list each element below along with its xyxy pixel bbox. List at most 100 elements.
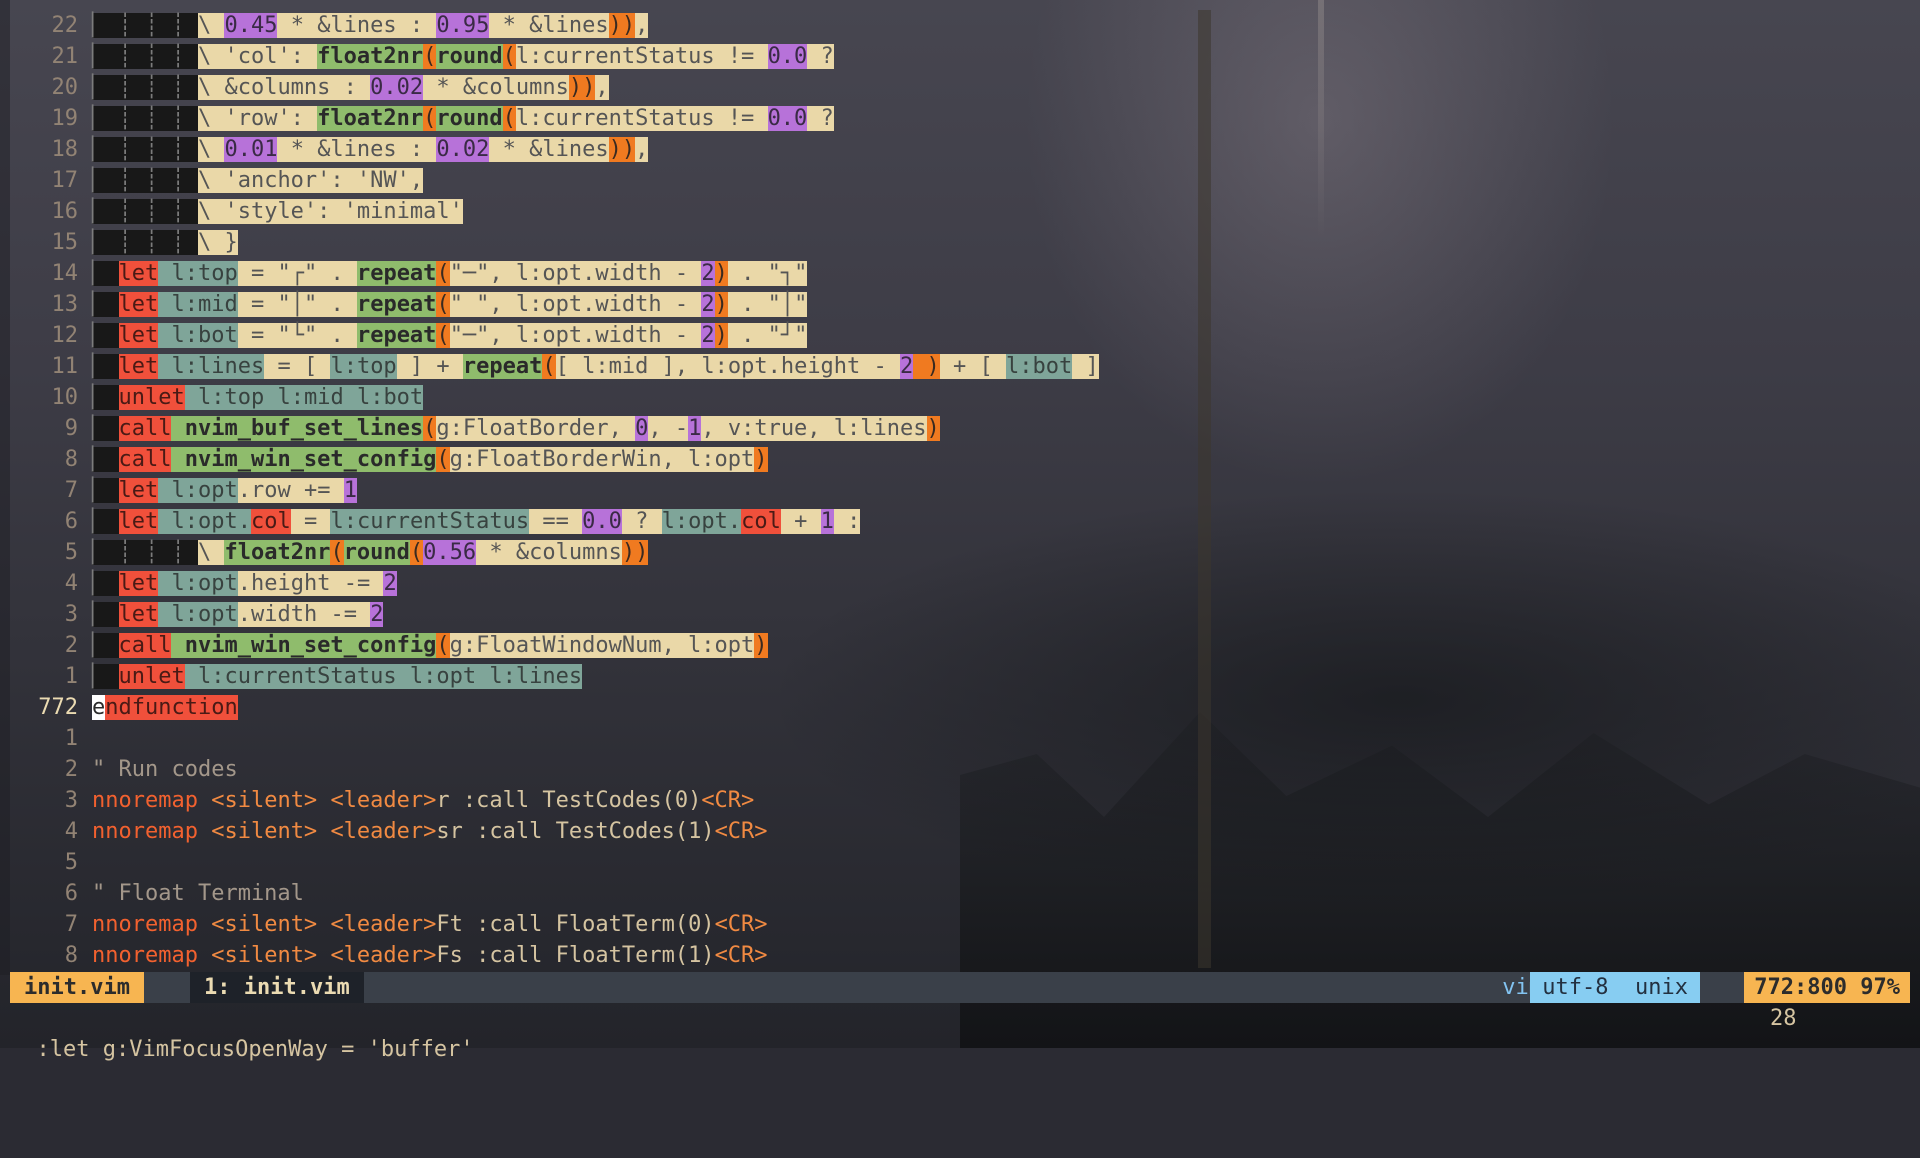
code-token: ( bbox=[423, 106, 437, 131]
code-line[interactable]: 1 ▏ unlet l:currentStatus l:opt l:lines bbox=[10, 661, 1920, 692]
code-token: 1 bbox=[343, 478, 357, 503]
code-token: ( bbox=[330, 540, 344, 565]
code-token: g:FloatWindowNum, l:opt bbox=[449, 633, 755, 658]
command-line[interactable]: :let g:VimFocusOpenWay = 'buffer' 28 bbox=[10, 1003, 1910, 1062]
code-token: , bbox=[635, 13, 649, 38]
code-token: ( bbox=[502, 106, 516, 131]
indent-guide: ▏ ┊ ┊ ┊ bbox=[92, 13, 198, 38]
code-line[interactable]: 2 " Run codes bbox=[10, 754, 1920, 785]
line-text: ▏ ┊ ┊ ┊ \ &columns : 0.02 * &columns)), bbox=[92, 72, 609, 103]
code-token: )) bbox=[568, 75, 596, 100]
code-line[interactable]: 10 ▏ unlet l:top l:mid l:bot bbox=[10, 382, 1920, 413]
code-token: * &columns bbox=[476, 540, 622, 565]
line-number: 16 bbox=[51, 199, 79, 224]
code-token: == bbox=[529, 509, 583, 534]
code-token: l:currentStatus != bbox=[515, 106, 768, 131]
line-text: ▏ call nvim_win_set_config(g:FloatBorder… bbox=[92, 444, 768, 475]
code-line[interactable]: 14 ▏ let l:top = "┌" . repeat("─", l:opt.… bbox=[10, 258, 1920, 289]
indent-guide: ▏ ┊ ┊ ┊ bbox=[92, 230, 198, 255]
code-token: \ bbox=[197, 540, 225, 565]
code-token: repeat bbox=[356, 261, 437, 286]
code-token: call bbox=[118, 416, 172, 441]
code-line[interactable]: 13 ▏ let l:mid = "│" . repeat(" ", l:opt.… bbox=[10, 289, 1920, 320]
code-line[interactable]: 6 " Float Terminal bbox=[10, 878, 1920, 909]
code-token: float2nr bbox=[317, 44, 424, 69]
line-number: 1 bbox=[64, 726, 78, 751]
editor-buffer[interactable]: 22 ▏ ┊ ┊ ┊ \ 0.45 * &lines : 0.95 * &line… bbox=[10, 10, 1920, 971]
line-text: ▏ let l:opt.width -= 2 bbox=[92, 599, 384, 630]
code-token: g:FloatBorder, bbox=[436, 416, 636, 441]
code-line[interactable]: 21 ▏ ┊ ┊ ┊ \ 'col': float2nr(round(l:curr… bbox=[10, 41, 1920, 72]
code-line[interactable]: 3 nnoremap <silent> <leader>r :call TestC… bbox=[10, 785, 1920, 816]
code-token: l:opt. bbox=[661, 509, 742, 534]
code-token: let bbox=[118, 571, 159, 596]
code-token: l:bot bbox=[343, 385, 424, 410]
line-text: ▏ let l:lines = [ l:top ] + repeat([ l:m… bbox=[92, 351, 1099, 382]
line-text: ▏ ┊ ┊ ┊ \ } bbox=[92, 227, 238, 258]
code-token: <leader> bbox=[330, 912, 437, 937]
code-token: .width -= bbox=[237, 602, 371, 627]
code-line[interactable]: 11 ▏ let l:lines = [ l:top ] + repeat([ l… bbox=[10, 351, 1920, 382]
code-token: g:FloatBorderWin, l:opt bbox=[449, 447, 755, 472]
code-token: l:lines bbox=[476, 664, 583, 689]
statusline-filename: init.vim bbox=[10, 972, 144, 1003]
code-token: nnoremap bbox=[92, 912, 198, 937]
code-token: l:opt. bbox=[158, 509, 251, 534]
code-token: l:top bbox=[184, 385, 265, 410]
line-number: 4 bbox=[64, 571, 78, 596]
code-line[interactable]: 16 ▏ ┊ ┊ ┊ \ 'style': 'minimal' bbox=[10, 196, 1920, 227]
code-line[interactable]: 8 ▏ call nvim_win_set_config(g:FloatBorde… bbox=[10, 444, 1920, 475]
code-token: )) bbox=[608, 13, 636, 38]
code-line[interactable]: 7 nnoremap <silent> <leader>Ft :call Floa… bbox=[10, 909, 1920, 940]
buffer-tab[interactable]: 1: init.vim bbox=[190, 972, 364, 1003]
code-line[interactable]: 3 ▏ let l:opt.width -= 2 bbox=[10, 599, 1920, 630]
code-line[interactable]: 19 ▏ ┊ ┊ ┊ \ 'row': float2nr(round(l:curr… bbox=[10, 103, 1920, 134]
code-line[interactable]: 22 ▏ ┊ ┊ ┊ \ 0.45 * &lines : 0.95 * &line… bbox=[10, 10, 1920, 41]
code-token: 0.95 bbox=[436, 13, 490, 38]
code-line[interactable]: 17 ▏ ┊ ┊ ┊ \ 'anchor': 'NW', bbox=[10, 165, 1920, 196]
code-line[interactable]: 15 ▏ ┊ ┊ ┊ \ } bbox=[10, 227, 1920, 258]
code-token: 2 bbox=[701, 323, 715, 348]
code-token: <CR> bbox=[714, 943, 768, 968]
code-token: 0.0 bbox=[767, 106, 808, 131]
code-token: let bbox=[118, 478, 159, 503]
code-line[interactable]: 4 nnoremap <silent> <leader>sr :call Test… bbox=[10, 816, 1920, 847]
line-number: 4 bbox=[64, 819, 78, 844]
line-text: ▏ ┊ ┊ ┊ \ 0.01 * &lines : 0.02 * &lines)… bbox=[92, 134, 649, 165]
code-token: 0.0 bbox=[767, 44, 808, 69]
code-token: "─", l:opt.width - bbox=[449, 261, 702, 286]
line-number: 17 bbox=[51, 168, 79, 193]
code-token: + [ bbox=[939, 354, 1007, 379]
indent-guide: ▏ bbox=[92, 509, 119, 534]
code-line[interactable]: 4 ▏ let l:opt.height -= 2 bbox=[10, 568, 1920, 599]
code-token: " Float Terminal bbox=[92, 881, 304, 906]
code-line[interactable]: 18 ▏ ┊ ┊ ┊ \ 0.01 * &lines : 0.02 * &line… bbox=[10, 134, 1920, 165]
code-line[interactable]: 772 endfunction bbox=[10, 692, 1920, 723]
line-number: 5 bbox=[64, 850, 78, 875]
code-token: ( bbox=[436, 447, 450, 472]
code-token: round bbox=[436, 44, 503, 69]
code-token: \ } bbox=[197, 230, 238, 255]
code-line[interactable]: 8 nnoremap <silent> <leader>Fs :call Floa… bbox=[10, 940, 1920, 971]
code-line[interactable]: 5 ▏ ┊ ┊ ┊ \ float2nr(round(0.56 * &column… bbox=[10, 537, 1920, 568]
code-line[interactable]: 2 ▏ call nvim_win_set_config(g:FloatWindo… bbox=[10, 630, 1920, 661]
code-token: l:currentStatus != bbox=[515, 44, 768, 69]
code-line[interactable]: 5 bbox=[10, 847, 1920, 878]
indent-guide: ▏ bbox=[92, 447, 119, 472]
code-token: " ", l:opt.width - bbox=[449, 292, 702, 317]
indent-guide: ▏ ┊ ┊ ┊ bbox=[92, 168, 198, 193]
code-line[interactable]: 7 ▏ let l:opt.row += 1 bbox=[10, 475, 1920, 506]
code-token: <silent> bbox=[211, 819, 318, 844]
line-number: 9 bbox=[64, 416, 78, 441]
code-token: unlet bbox=[118, 385, 185, 410]
code-line[interactable]: 6 ▏ let l:opt.col = l:currentStatus == 0.… bbox=[10, 506, 1920, 537]
code-line[interactable]: 1 bbox=[10, 723, 1920, 754]
code-token: repeat bbox=[462, 354, 543, 379]
line-text: ▏ call nvim_win_set_config(g:FloatWindow… bbox=[92, 630, 768, 661]
code-token: .height -= bbox=[237, 571, 384, 596]
code-line[interactable]: 9 ▏ call nvim_buf_set_lines(g:FloatBorder… bbox=[10, 413, 1920, 444]
code-line[interactable]: 20 ▏ ┊ ┊ ┊ \ &columns : 0.02 * &columns))… bbox=[10, 72, 1920, 103]
line-text: ▏ ┊ ┊ ┊ \ 0.45 * &lines : 0.95 * &lines)… bbox=[92, 10, 649, 41]
line-text: ▏ let l:top = "┌" . repeat("─", l:opt.wi… bbox=[92, 258, 808, 289]
code-line[interactable]: 12 ▏ let l:bot = "└" . repeat("─", l:opt.… bbox=[10, 320, 1920, 351]
